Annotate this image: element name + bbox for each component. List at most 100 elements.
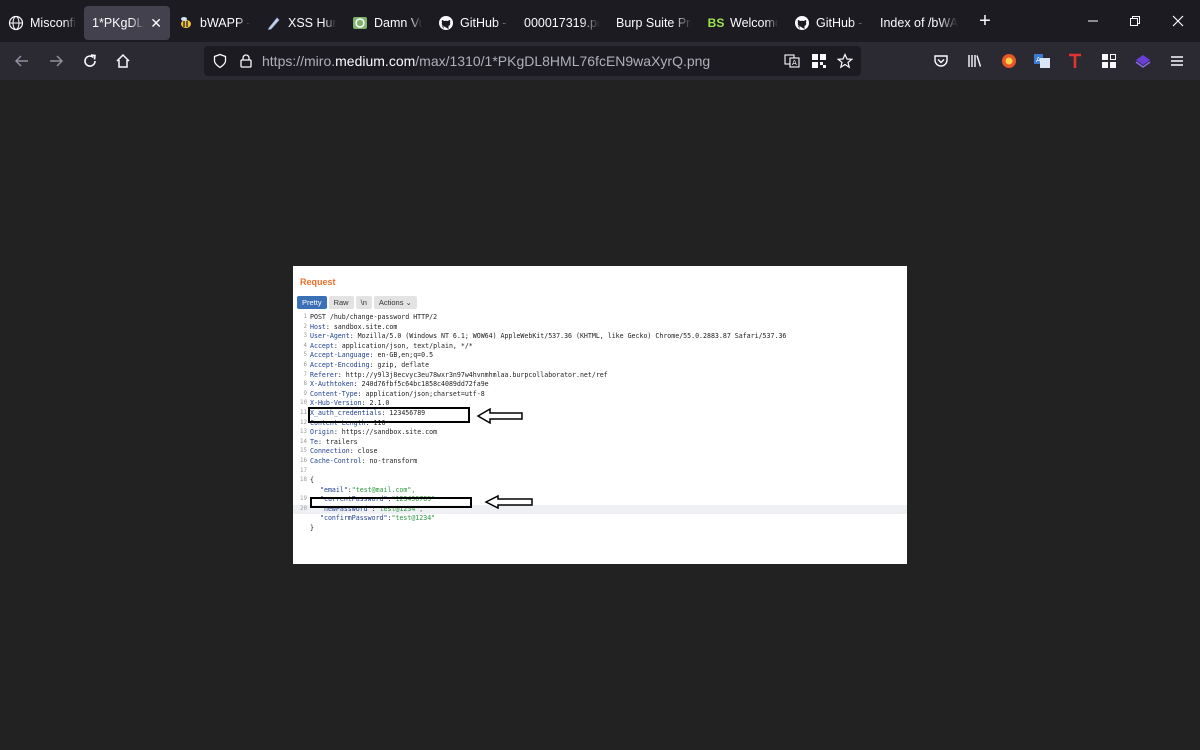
tab-5[interactable]: Damn Vul: [344, 6, 430, 40]
tab-label: 1*PKgDL8HML: [92, 16, 144, 30]
reload-icon: [84, 54, 96, 67]
line-number: 4: [303, 342, 308, 349]
header-value: : http://y9l3j8ecvyc3eu78wxr3n97w4hvnmhm…: [337, 370, 608, 379]
close-icon: [1172, 15, 1184, 27]
json-value: "test@mail.com",: [351, 485, 416, 494]
extension-translate-button[interactable]: A: [1026, 45, 1058, 77]
tab-8[interactable]: Burp Suite Pro: [608, 6, 700, 40]
image-viewer: Request Pretty Raw \n Actions ⌄ 1 POST /hub/…: [0, 80, 1200, 750]
code-line: 7 Referer: http://y9l3j8ecvyc3eu78wxr3n97…: [293, 371, 907, 381]
close-tab-icon[interactable]: ✕: [150, 15, 162, 32]
bookmark-star-icon[interactable]: [837, 53, 853, 69]
github-icon: [794, 15, 810, 31]
line-number: 19: [300, 496, 307, 503]
json-key: "email": [320, 485, 348, 494]
line-number: 12: [300, 419, 307, 426]
line-text: {: [310, 476, 314, 486]
line-text: Accept-Encoding: gzip, deflate: [310, 361, 429, 371]
wappalyzer-icon: [1135, 55, 1151, 68]
code-line: 8 X-Authtoken: 240d76fbf5c64bc1858c4089dd…: [293, 380, 907, 390]
tab-6[interactable]: GitHub - f: [430, 6, 516, 40]
app-menu-button[interactable]: [1161, 45, 1193, 77]
shield-icon: [213, 53, 227, 69]
code-line: 6 Accept-Encoding: gzip, deflate: [293, 361, 907, 371]
back-button[interactable]: [6, 45, 38, 77]
qr-code-icon[interactable]: [811, 53, 827, 69]
header-value: : application/json, text/plain, */*: [333, 341, 473, 350]
translate-icon[interactable]: A: [784, 53, 800, 69]
svg-text:A: A: [1036, 56, 1041, 64]
tab-label: Index of /bWA: [880, 16, 958, 30]
arrow-left-icon: [484, 494, 533, 510]
extension-foxy-button[interactable]: [993, 45, 1025, 77]
displayed-image: Request Pretty Raw \n Actions ⌄ 1 POST /hub/…: [293, 266, 907, 564]
minimize-button[interactable]: [1072, 0, 1114, 42]
url-domain: medium.com: [335, 53, 416, 69]
json-brace: }: [310, 524, 314, 533]
line-number: 8: [303, 381, 308, 388]
library-button[interactable]: [959, 45, 991, 77]
extension-wappalyzer-button[interactable]: [1127, 45, 1159, 77]
header-key: Referer: [310, 370, 338, 379]
tab-label: XSS Hunte: [288, 16, 336, 30]
line-text: Connection: close: [310, 447, 378, 457]
fox-extension-icon: [1002, 54, 1016, 68]
view-mode-buttons: Pretty Raw \n Actions ⌄: [297, 296, 417, 309]
line-number: 11: [300, 409, 307, 416]
hamburger-menu-icon: [1171, 56, 1183, 66]
new-tab-button[interactable]: +: [970, 6, 1000, 36]
restore-button[interactable]: [1114, 0, 1156, 42]
line-text: Content-Type: application/json;charset=u…: [310, 390, 485, 400]
line-number: 5: [303, 352, 308, 359]
pocket-button[interactable]: [925, 45, 957, 77]
line-number: 15: [300, 448, 307, 455]
header-value: : trailers: [317, 437, 358, 446]
tab-4[interactable]: XSS Hunte: [258, 6, 344, 40]
pocket-icon: [934, 55, 948, 67]
tab-label: Damn Vul: [374, 16, 422, 30]
tab-10[interactable]: GitHub - p: [786, 6, 872, 40]
url-bar[interactable]: https://miro.medium.com/max/1310/1*PKgDL…: [204, 46, 861, 76]
arrow-left-icon: [476, 407, 523, 425]
code-line: 9 Content-Type: application/json;charset=…: [293, 390, 907, 400]
url-path: /max/1310/1*PKgDL8HML76fcEN9waXyrQ.png: [415, 53, 711, 69]
view-button-1: Pretty: [297, 296, 327, 309]
header-key: X-Authtoken: [310, 380, 354, 389]
header-value: POST /hub/change-password HTTP/2: [310, 313, 438, 321]
line-number: 7: [303, 371, 308, 378]
header-value: : 240d76fbf5c64bc1858c4089dd72fa9e: [353, 380, 489, 389]
line-text: Accept-Language: en-GB,en;q=0.5: [310, 351, 433, 361]
line-number: 20: [300, 505, 307, 512]
translate-extension-icon: A: [1034, 54, 1050, 68]
extensions-button[interactable]: [1093, 45, 1125, 77]
view-button-2: Raw: [328, 296, 354, 309]
code-line: 17: [293, 467, 907, 477]
request-title: Request: [300, 277, 336, 287]
tab-3[interactable]: bWAPP - I: [170, 6, 258, 40]
dvwa-icon: [352, 15, 368, 31]
tab-label: Burp Suite Pro: [616, 16, 692, 30]
url-prefix: https://miro.: [262, 53, 336, 69]
line-text: "email":"test@mail.com",: [320, 486, 415, 496]
home-button[interactable]: [107, 45, 139, 77]
code-line: "confirmPassword":"test@1234": [293, 514, 907, 524]
forward-button[interactable]: [40, 45, 72, 77]
restore-icon: [1130, 16, 1140, 26]
line-number: 1: [303, 314, 308, 320]
close-window-button[interactable]: [1157, 0, 1199, 42]
tab-1[interactable]: Misconfig: [0, 6, 84, 40]
line-text: "confirmPassword":"test@1234": [320, 514, 435, 524]
svg-text:A: A: [792, 59, 797, 67]
json-key: "confirmPassword": [320, 514, 388, 523]
tab-7[interactable]: 000017319.pd: [516, 6, 608, 40]
extensions-grid-icon: [1102, 54, 1116, 68]
line-number: 2: [303, 323, 308, 330]
extension-t-button[interactable]: [1059, 45, 1091, 77]
reload-button[interactable]: [74, 45, 106, 77]
tab-9[interactable]: BS Welcome: [700, 6, 786, 40]
tab-strip: Misconfig 1*PKgDL8HML ✕ bWAPP - I XSS Hunte D…: [0, 0, 1200, 42]
navigation-toolbar: https://miro.medium.com/max/1310/1*PKgDL…: [0, 42, 1200, 80]
header-key: Origin: [310, 428, 334, 437]
tab-2[interactable]: 1*PKgDL8HML ✕: [84, 6, 170, 40]
tab-11[interactable]: Index of /bWA: [872, 6, 966, 40]
